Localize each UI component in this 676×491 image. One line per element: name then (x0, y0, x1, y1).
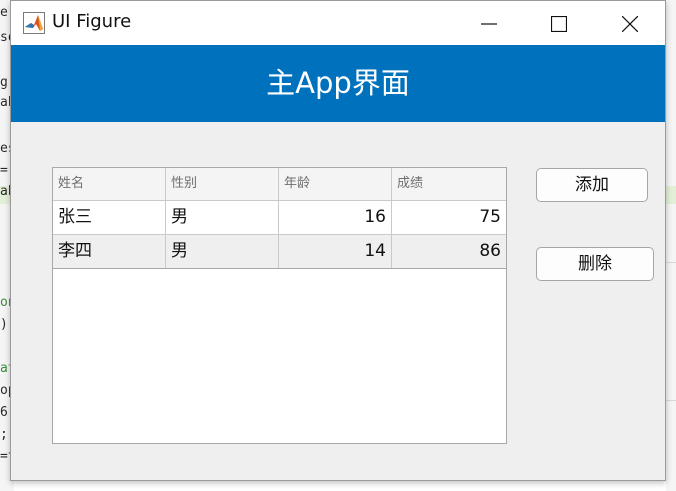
cell-gender[interactable]: 男 (166, 201, 279, 234)
ui-figure-window: UI Figure 主App界面 姓名 性别 年龄 成绩 张三 男 16 75 … (10, 0, 666, 481)
maximize-button[interactable] (536, 1, 582, 45)
table-header: 姓名 性别 年龄 成绩 (53, 168, 506, 201)
editor-fragment: = (0, 163, 8, 178)
header-banner: 主App界面 (11, 45, 665, 122)
maximize-icon (551, 16, 567, 32)
title-bar[interactable]: UI Figure (11, 1, 665, 45)
cell-name[interactable]: 李四 (53, 235, 166, 268)
editor-divider (666, 262, 676, 263)
column-header-gender[interactable]: 性别 (166, 168, 279, 200)
cell-gender[interactable]: 男 (166, 235, 279, 268)
cell-age[interactable]: 16 (279, 201, 392, 234)
editor-fragment: ; (0, 427, 8, 442)
cell-score[interactable]: 86 (392, 235, 506, 268)
column-header-score[interactable]: 成绩 (392, 168, 506, 200)
editor-fragment: g (0, 75, 8, 90)
delete-button[interactable]: 删除 (536, 247, 654, 281)
matlab-logo-icon (23, 12, 45, 34)
table-row[interactable]: 李四 男 14 86 (53, 235, 506, 269)
close-icon (622, 16, 638, 32)
cell-age[interactable]: 14 (279, 235, 392, 268)
add-button[interactable]: 添加 (536, 168, 648, 202)
page-title: 主App界面 (266, 66, 410, 100)
close-button[interactable] (607, 1, 653, 45)
background-editor-right (666, 0, 676, 491)
editor-fragment: e (0, 5, 8, 20)
editor-divider (666, 400, 676, 401)
editor-fragment: ) (0, 317, 8, 332)
editor-highlight-line (666, 186, 676, 204)
cell-score[interactable]: 75 (392, 201, 506, 234)
minimize-button[interactable] (466, 1, 512, 45)
minimize-icon (481, 23, 497, 25)
cell-name[interactable]: 张三 (53, 201, 166, 234)
column-header-name[interactable]: 姓名 (53, 168, 166, 200)
window-title: UI Figure (52, 11, 132, 32)
data-table[interactable]: 姓名 性别 年龄 成绩 张三 男 16 75 李四 男 14 86 (52, 167, 507, 444)
column-header-age[interactable]: 年龄 (279, 168, 392, 200)
table-row[interactable]: 张三 男 16 75 (53, 201, 506, 235)
editor-fragment: 6 (0, 405, 8, 420)
